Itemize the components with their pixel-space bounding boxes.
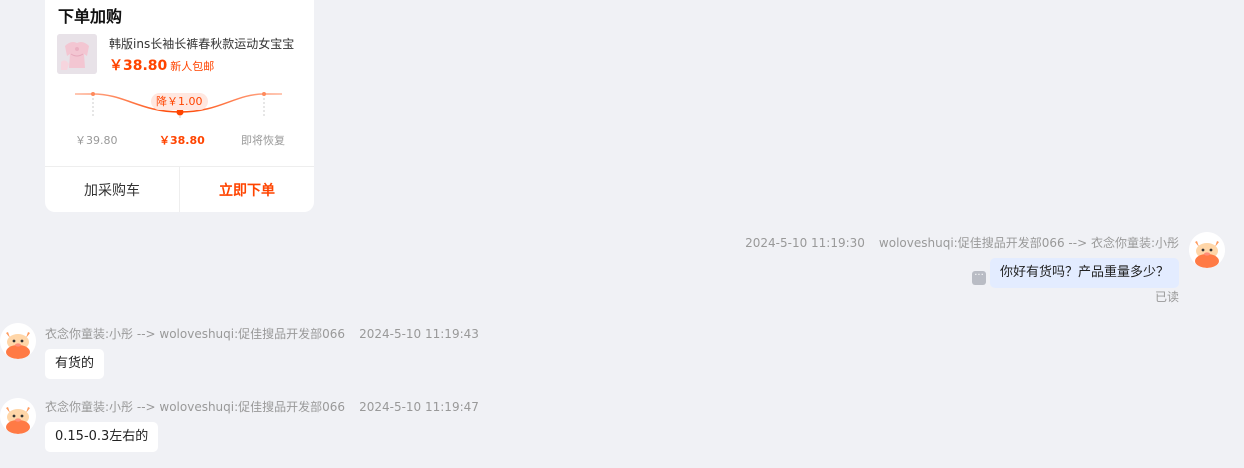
message-meta-incoming: 衣念你童装:小彤 --> woloveshuqi:促佳搜品开发部066 2024-…: [45, 325, 479, 342]
order-now-button[interactable]: 立即下单: [180, 167, 314, 212]
future-price-label: 即将恢复: [241, 134, 285, 147]
message-bubble-outgoing: 你好有货吗？产品重量多少？: [989, 258, 1179, 288]
original-price-label: ￥39.80: [75, 134, 118, 147]
product-name[interactable]: 韩版ins长袖长裤春秋款运动女宝宝: [109, 35, 304, 52]
avatar-icon[interactable]: [0, 398, 36, 434]
more-options-icon[interactable]: ···: [972, 271, 986, 285]
order-card: 下单加购 韩版ins长袖长裤春秋款运动女宝宝 ￥38.80 新人包邮 降￥1.00: [45, 0, 314, 212]
message-meta-incoming: 衣念你童装:小彤 --> woloveshuqi:促佳搜品开发部066 2024-…: [45, 398, 479, 415]
product-price: ￥38.80: [109, 58, 168, 74]
avatar-icon[interactable]: [1189, 232, 1225, 268]
message-meta-outgoing: 2024-5-10 11:19:30 woloveshuqi:促佳搜品开发部066…: [745, 234, 1179, 251]
message-timestamp: 2024-5-10 11:19:43: [359, 327, 479, 341]
order-card-actions: 加采购车 立即下单: [45, 166, 314, 212]
promo-label: 新人包邮: [170, 60, 215, 73]
message-route: 衣念你童装:小彤 --> woloveshuqi:促佳搜品开发部066: [45, 327, 346, 341]
price-drop-badge: 降￥1.00: [151, 93, 208, 110]
add-to-cart-button[interactable]: 加采购车: [45, 167, 180, 212]
message-route: 衣念你童装:小彤 --> woloveshuqi:促佳搜品开发部066: [45, 400, 346, 414]
message-timestamp: 2024-5-10 11:19:30: [745, 236, 865, 250]
message-bubble-incoming: 0.15-0.3左右的: [45, 422, 159, 452]
current-price-label: ￥38.80: [159, 134, 205, 147]
product-price-row: ￥38.80 新人包邮: [109, 55, 214, 75]
order-card-title: 下单加购: [58, 7, 123, 26]
message-route: woloveshuqi:促佳搜品开发部066 --> 衣念你童装:小彤: [878, 236, 1179, 250]
avatar-icon[interactable]: [0, 323, 36, 359]
message-timestamp: 2024-5-10 11:19:47: [359, 400, 479, 414]
product-thumbnail[interactable]: [57, 34, 97, 74]
message-bubble-incoming: 有货的: [45, 349, 105, 379]
read-status: 已读: [1154, 290, 1179, 304]
